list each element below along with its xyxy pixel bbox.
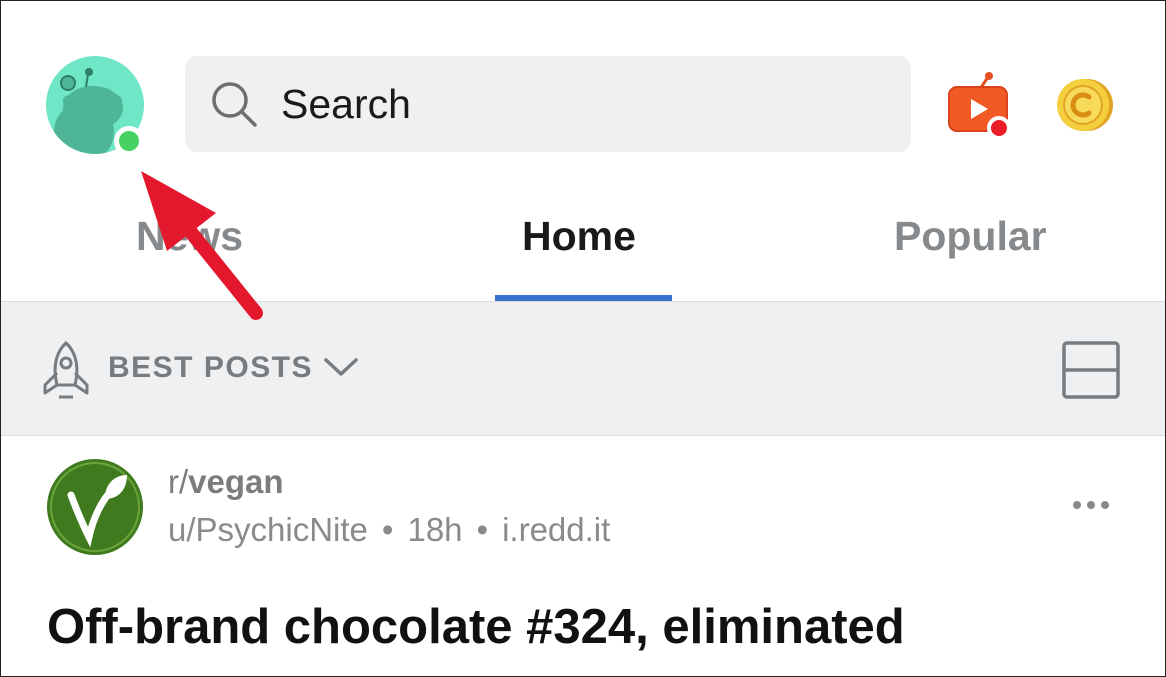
- card-layout-icon[interactable]: [1060, 339, 1122, 401]
- vegan-leaf-icon: [50, 462, 140, 552]
- subreddit-label: vegan: [188, 463, 284, 500]
- post-age: 18h: [407, 511, 463, 548]
- chevron-down-icon[interactable]: [323, 355, 359, 379]
- rocket-icon[interactable]: [35, 339, 97, 401]
- coin-icon[interactable]: [1056, 76, 1114, 134]
- separator-dot: •: [381, 511, 394, 548]
- tab-home[interactable]: Home: [522, 213, 636, 260]
- post-title[interactable]: Off-brand chocolate #324, eliminated: [47, 599, 905, 655]
- search-placeholder: Search: [281, 80, 411, 127]
- search-bar[interactable]: Search: [185, 56, 911, 152]
- subreddit-prefix: r/: [168, 463, 189, 500]
- sort-label[interactable]: BEST POSTS: [108, 351, 313, 385]
- tab-popular[interactable]: Popular: [894, 213, 1047, 260]
- subreddit-icon[interactable]: [47, 459, 143, 555]
- sort-bar: BEST POSTS: [1, 301, 1165, 436]
- tab-news[interactable]: News: [136, 213, 243, 260]
- feed-tabs: News Home Popular: [1, 201, 1165, 301]
- app-screen: Search News Home Popular BEST POSTS r/ve…: [0, 0, 1166, 677]
- separator-dot: •: [476, 511, 489, 548]
- online-status-dot: [114, 126, 144, 156]
- video-record-icon[interactable]: [944, 71, 1016, 143]
- post-author[interactable]: u/PsychicNite: [168, 511, 368, 548]
- post-domain[interactable]: i.redd.it: [502, 511, 610, 548]
- subreddit-name[interactable]: r/vegan: [168, 463, 284, 501]
- more-options-icon[interactable]: [1069, 495, 1113, 515]
- search-icon: [212, 82, 257, 127]
- post-meta: u/PsychicNite • 18h • i.redd.it: [168, 511, 610, 549]
